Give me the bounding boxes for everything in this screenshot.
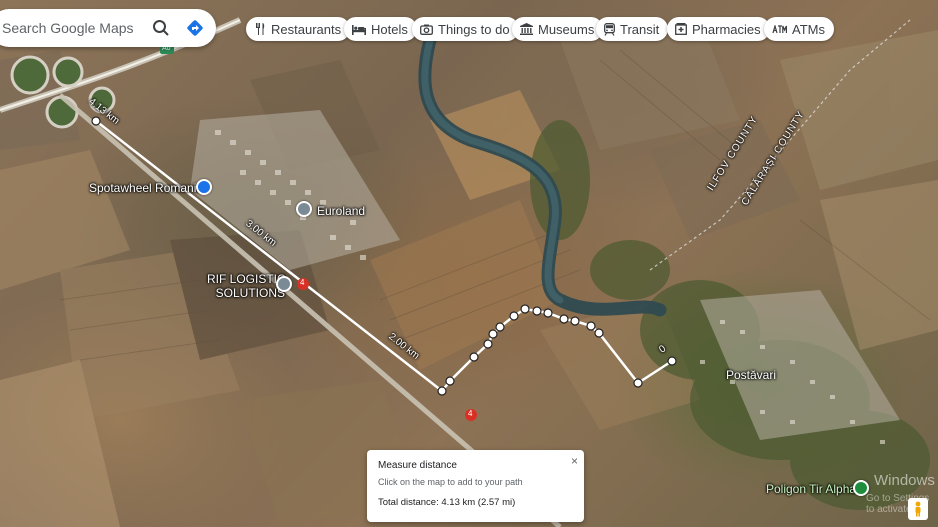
town-label[interactable]: Postăvari [726,368,776,382]
place-label-line: RIF LOGISTIC [207,272,286,286]
place-label-line: SOLUTIONS [215,286,286,300]
chip-things-to-do[interactable]: Things to do [412,17,519,41]
directions-icon[interactable] [180,13,210,43]
search-icon[interactable] [146,13,176,43]
museum-icon [520,23,533,35]
chip-label: Things to do [438,21,510,37]
chip-transit[interactable]: Transit [596,17,669,41]
chip-label: Hotels [371,21,408,37]
place-label[interactable]: RIF LOGISTIC SOLUTIONS [207,272,286,300]
camera-icon [420,24,433,35]
chip-museums[interactable]: Museums [512,17,604,41]
bed-icon [352,24,366,35]
place-pin-icon[interactable] [276,276,292,292]
road-shield-4: 4 [300,278,305,287]
search-input[interactable]: Search Google Maps [2,20,146,36]
chip-pharmacies[interactable]: Pharmacies [667,17,770,41]
chip-label: Pharmacies [692,21,761,37]
chip-restaurants[interactable]: Restaurants [246,17,351,41]
panel-instructions: Click on the map to add to your path [378,477,523,487]
chip-label: Restaurants [271,21,342,37]
shopping-pin-icon[interactable] [196,179,212,195]
fork-knife-icon [254,23,266,35]
place-label[interactable]: Spotawheel Romania [89,181,203,195]
chip-atms[interactable]: ATMs [764,17,834,41]
search-box[interactable]: Search Google Maps [0,9,216,47]
chip-label: Museums [538,21,595,37]
satellite-map[interactable]: A0 4 4 4.13 km 3.00 km 2.00 km 0 ILFOV C… [0,0,938,527]
place-pin-icon[interactable] [296,201,312,217]
place-label[interactable]: Poligon Tir Alpha [766,482,856,496]
pegman-icon[interactable] [908,498,928,520]
place-label[interactable]: Euroland [317,204,365,218]
train-icon [604,22,615,36]
pharmacy-icon [675,23,687,35]
chip-label: Transit [620,21,660,37]
chip-label: ATMs [792,21,825,37]
chip-hotels[interactable]: Hotels [344,17,417,41]
windows-watermark: Windows [874,472,935,489]
measure-distance-panel: Measure distance Click on the map to add… [367,450,584,522]
total-distance: Total distance: 4.13 km (2.57 mi) [378,497,516,508]
road-shield-4: 4 [468,409,473,418]
atm-icon [772,24,787,34]
panel-title: Measure distance [378,460,457,471]
close-icon[interactable]: × [571,454,578,468]
map-terrain [0,17,938,527]
